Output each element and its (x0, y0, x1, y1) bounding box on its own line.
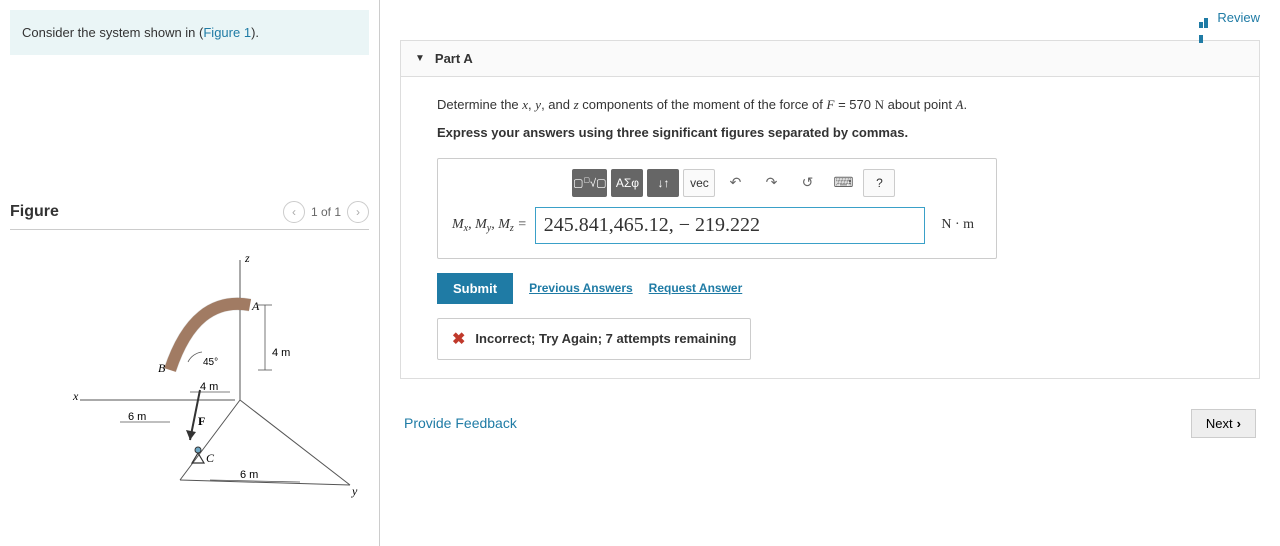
part-body: Determine the x, y, and z components of … (400, 77, 1260, 379)
fig-6mB-label: 6 m (240, 469, 258, 481)
fig-B-label: B (158, 361, 166, 375)
fig-A-label: A (251, 299, 260, 313)
greek-button[interactable]: ΑΣφ (611, 169, 643, 197)
left-panel: Consider the system shown in (Figure 1).… (0, 0, 380, 546)
incorrect-icon: ✖ (452, 329, 465, 349)
next-button[interactable]: Next › (1191, 409, 1256, 438)
problem-text-after: ). (251, 25, 259, 40)
fig-C-label: C (206, 451, 215, 465)
figure-prev-button[interactable]: ‹ (283, 201, 305, 223)
reset-button[interactable]: ↺ (791, 169, 823, 197)
answer-label: Mx, My, Mz = (452, 217, 527, 233)
redo-button[interactable]: ↷ (755, 169, 787, 197)
fig-F-label: F (198, 414, 205, 428)
help-button[interactable]: ? (863, 169, 895, 197)
figure-image: z x y A B C F 45° 4 m 4 m 6 m 6 m (10, 230, 369, 513)
feedback-text: Incorrect; Try Again; 7 attempts remaini… (475, 331, 736, 346)
previous-answers-link[interactable]: Previous Answers (529, 281, 633, 295)
caret-down-icon: ▼ (415, 53, 425, 64)
figure-pager-text: 1 of 1 (311, 205, 341, 219)
problem-text-before: Consider the system shown in ( (22, 25, 203, 40)
figure-next-button[interactable]: › (347, 201, 369, 223)
keyboard-button[interactable]: ⌨ (827, 169, 859, 197)
fig-angle-label: 45° (203, 357, 218, 368)
undo-button[interactable]: ↶ (719, 169, 751, 197)
answer-input[interactable] (535, 207, 926, 244)
answer-toolbar: ▢▢√▢ ΑΣφ ↓↑ vec ↶ ↷ ↺ ⌨ ? (452, 169, 982, 197)
right-panel: Review ▼ Part A Determine the x, y, and … (380, 0, 1280, 546)
question-text: Determine the x, y, and z components of … (437, 95, 1223, 115)
part-title: Part A (435, 51, 473, 66)
review-icon (1199, 13, 1213, 23)
fig-4mA-label: 4 m (272, 347, 290, 359)
figure-link[interactable]: Figure 1 (203, 25, 251, 40)
provide-feedback-link[interactable]: Provide Feedback (404, 415, 517, 431)
submit-row: Submit Previous Answers Request Answer (437, 273, 1223, 304)
figure-pager: ‹ 1 of 1 › (283, 201, 369, 223)
updown-button[interactable]: ↓↑ (647, 169, 679, 197)
feedback-message: ✖ Incorrect; Try Again; 7 attempts remai… (437, 318, 751, 360)
answer-row: Mx, My, Mz = N · m (452, 207, 982, 244)
fig-y-label: y (351, 484, 358, 498)
part-a-header[interactable]: ▼ Part A (400, 40, 1260, 77)
figure-title: Figure (10, 203, 59, 221)
bottom-row: Provide Feedback Next › (400, 409, 1260, 438)
review-text: Review (1217, 10, 1260, 25)
request-answer-link[interactable]: Request Answer (649, 281, 743, 295)
problem-statement: Consider the system shown in (Figure 1). (10, 10, 369, 55)
fig-x-label: x (72, 389, 79, 403)
review-link[interactable]: Review (1199, 10, 1260, 25)
answer-box: ▢▢√▢ ΑΣφ ↓↑ vec ↶ ↷ ↺ ⌨ ? Mx, My, Mz = N… (437, 158, 997, 259)
fig-4mB-label: 4 m (200, 381, 218, 393)
vec-button[interactable]: vec (683, 169, 715, 197)
fig-6mA-label: 6 m (128, 411, 146, 423)
answer-unit: N · m (933, 217, 982, 233)
instruction-text: Express your answers using three signifi… (437, 125, 1223, 140)
fig-z-label: z (244, 251, 250, 265)
templates-button[interactable]: ▢▢√▢ (572, 169, 607, 197)
figure-header: Figure ‹ 1 of 1 › (10, 195, 369, 230)
submit-button[interactable]: Submit (437, 273, 513, 304)
chevron-right-icon: › (1237, 416, 1241, 431)
